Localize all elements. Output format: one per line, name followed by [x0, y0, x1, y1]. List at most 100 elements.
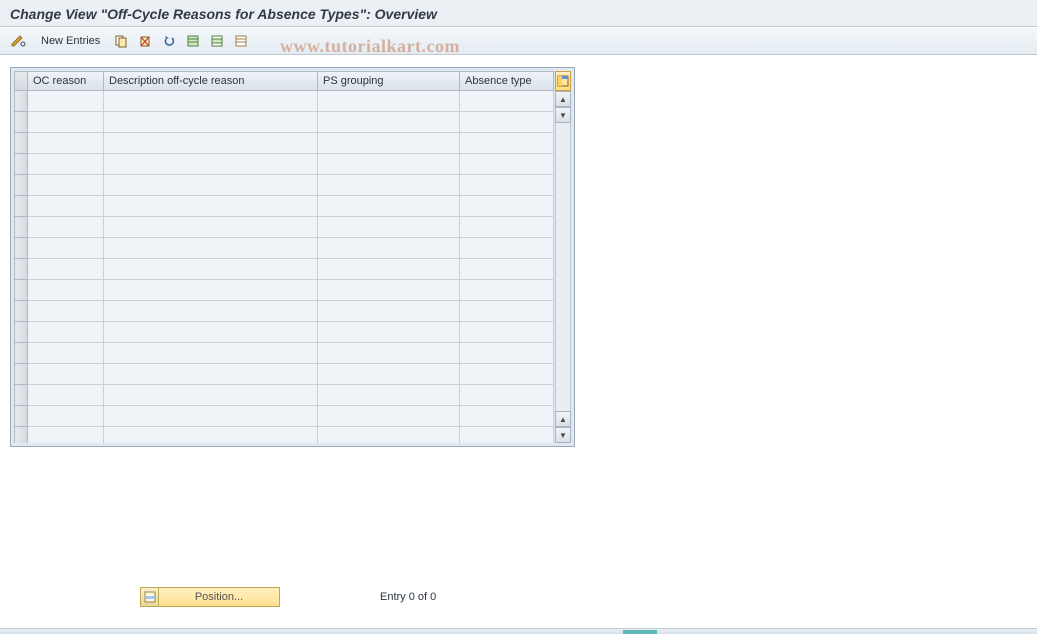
cell-oc-reason[interactable]	[28, 238, 104, 259]
row-selector[interactable]	[14, 364, 28, 385]
cell-ps-grouping[interactable]	[318, 175, 460, 196]
toggle-display-button[interactable]	[8, 31, 30, 51]
column-header-absence-type[interactable]: Absence type	[460, 71, 554, 91]
cell-ps-grouping[interactable]	[318, 385, 460, 406]
scroll-up-bottom-button[interactable]: ▲	[555, 411, 571, 427]
cell-description[interactable]	[104, 133, 318, 154]
column-header-ps-grouping[interactable]: PS grouping	[318, 71, 460, 91]
copy-button[interactable]	[111, 31, 131, 51]
cell-ps-grouping[interactable]	[318, 238, 460, 259]
cell-ps-grouping[interactable]	[318, 133, 460, 154]
cell-absence-type[interactable]	[460, 364, 554, 385]
cell-absence-type[interactable]	[460, 217, 554, 238]
scroll-down-button[interactable]: ▼	[555, 107, 571, 123]
cell-oc-reason[interactable]	[28, 112, 104, 133]
cell-oc-reason[interactable]	[28, 217, 104, 238]
cell-description[interactable]	[104, 385, 318, 406]
cell-description[interactable]	[104, 238, 318, 259]
cell-absence-type[interactable]	[460, 427, 554, 443]
new-entries-button[interactable]: New Entries	[34, 31, 107, 51]
cell-description[interactable]	[104, 91, 318, 112]
cell-description[interactable]	[104, 343, 318, 364]
cell-oc-reason[interactable]	[28, 154, 104, 175]
cell-description[interactable]	[104, 427, 318, 443]
cell-description[interactable]	[104, 280, 318, 301]
row-selector[interactable]	[14, 385, 28, 406]
row-selector[interactable]	[14, 343, 28, 364]
cell-ps-grouping[interactable]	[318, 91, 460, 112]
row-selector[interactable]	[14, 427, 28, 443]
cell-absence-type[interactable]	[460, 259, 554, 280]
cell-description[interactable]	[104, 175, 318, 196]
row-selector-header[interactable]	[14, 71, 28, 91]
cell-ps-grouping[interactable]	[318, 196, 460, 217]
cell-oc-reason[interactable]	[28, 133, 104, 154]
cell-oc-reason[interactable]	[28, 427, 104, 443]
cell-ps-grouping[interactable]	[318, 343, 460, 364]
cell-ps-grouping[interactable]	[318, 217, 460, 238]
cell-ps-grouping[interactable]	[318, 154, 460, 175]
row-selector[interactable]	[14, 238, 28, 259]
select-block-button[interactable]	[207, 31, 227, 51]
cell-absence-type[interactable]	[460, 154, 554, 175]
scroll-up-button[interactable]: ▲	[555, 91, 571, 107]
cell-description[interactable]	[104, 196, 318, 217]
delete-button[interactable]	[135, 31, 155, 51]
cell-description[interactable]	[104, 112, 318, 133]
scroll-track[interactable]	[555, 123, 571, 411]
row-selector[interactable]	[14, 217, 28, 238]
cell-ps-grouping[interactable]	[318, 322, 460, 343]
cell-oc-reason[interactable]	[28, 259, 104, 280]
cell-ps-grouping[interactable]	[318, 301, 460, 322]
cell-absence-type[interactable]	[460, 112, 554, 133]
cell-absence-type[interactable]	[460, 175, 554, 196]
scroll-down-bottom-button[interactable]: ▼	[555, 427, 571, 443]
cell-ps-grouping[interactable]	[318, 259, 460, 280]
undo-button[interactable]	[159, 31, 179, 51]
cell-absence-type[interactable]	[460, 238, 554, 259]
cell-absence-type[interactable]	[460, 301, 554, 322]
cell-oc-reason[interactable]	[28, 196, 104, 217]
row-selector[interactable]	[14, 133, 28, 154]
cell-oc-reason[interactable]	[28, 385, 104, 406]
row-selector[interactable]	[14, 196, 28, 217]
cell-oc-reason[interactable]	[28, 343, 104, 364]
cell-description[interactable]	[104, 259, 318, 280]
cell-description[interactable]	[104, 322, 318, 343]
cell-oc-reason[interactable]	[28, 280, 104, 301]
cell-oc-reason[interactable]	[28, 406, 104, 427]
cell-description[interactable]	[104, 406, 318, 427]
column-header-description[interactable]: Description off-cycle reason	[104, 71, 318, 91]
cell-description[interactable]	[104, 364, 318, 385]
cell-absence-type[interactable]	[460, 133, 554, 154]
row-selector[interactable]	[14, 259, 28, 280]
cell-oc-reason[interactable]	[28, 364, 104, 385]
row-selector[interactable]	[14, 112, 28, 133]
row-selector[interactable]	[14, 322, 28, 343]
cell-absence-type[interactable]	[460, 406, 554, 427]
cell-oc-reason[interactable]	[28, 91, 104, 112]
cell-absence-type[interactable]	[460, 343, 554, 364]
cell-ps-grouping[interactable]	[318, 406, 460, 427]
table-settings-button[interactable]	[555, 71, 571, 91]
row-selector[interactable]	[14, 91, 28, 112]
cell-absence-type[interactable]	[460, 91, 554, 112]
position-button[interactable]: Position...	[140, 587, 280, 607]
cell-oc-reason[interactable]	[28, 322, 104, 343]
cell-absence-type[interactable]	[460, 322, 554, 343]
column-header-oc-reason[interactable]: OC reason	[28, 71, 104, 91]
cell-oc-reason[interactable]	[28, 175, 104, 196]
row-selector[interactable]	[14, 175, 28, 196]
row-selector[interactable]	[14, 406, 28, 427]
cell-description[interactable]	[104, 217, 318, 238]
cell-absence-type[interactable]	[460, 196, 554, 217]
cell-oc-reason[interactable]	[28, 301, 104, 322]
cell-ps-grouping[interactable]	[318, 280, 460, 301]
cell-ps-grouping[interactable]	[318, 364, 460, 385]
cell-ps-grouping[interactable]	[318, 427, 460, 443]
cell-description[interactable]	[104, 301, 318, 322]
cell-description[interactable]	[104, 154, 318, 175]
cell-ps-grouping[interactable]	[318, 112, 460, 133]
cell-absence-type[interactable]	[460, 280, 554, 301]
row-selector[interactable]	[14, 280, 28, 301]
